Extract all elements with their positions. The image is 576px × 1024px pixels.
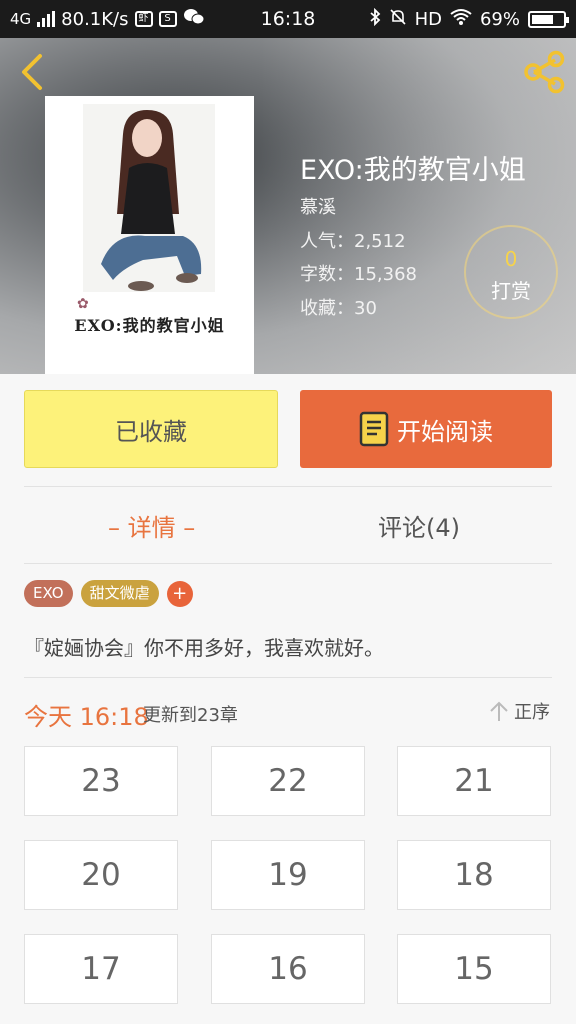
share-icon — [524, 50, 565, 94]
arrow-up-icon — [490, 701, 508, 721]
chevron-left-icon — [22, 54, 42, 90]
chapter-button[interactable]: 16 — [211, 934, 365, 1004]
favorited-label: 已收藏 — [115, 417, 187, 446]
popularity-stat: 人气：2,512 — [300, 231, 406, 252]
tip-button[interactable]: 0 打赏 — [464, 225, 558, 319]
divider — [24, 563, 552, 564]
sort-order-button[interactable]: 正序 — [488, 698, 550, 724]
word-count-stat: 字数：15,368 — [300, 264, 417, 285]
hd-badge: HD — [414, 8, 442, 30]
book-header: ✿ EXO:我的教官小姐 EXO:我的教官小姐 慕溪 人气：2,512 字数：1… — [0, 38, 576, 374]
bluetooth-icon — [369, 7, 381, 31]
tag-item[interactable]: EXO — [24, 580, 73, 607]
wifi-icon — [450, 8, 472, 31]
battery-fill — [532, 14, 553, 24]
mute-bell-icon — [389, 8, 407, 31]
chapter-button[interactable]: 17 — [24, 934, 178, 1004]
chapter-button[interactable]: 15 — [397, 934, 551, 1004]
wechat-icon — [183, 8, 205, 31]
book-icon — [359, 411, 389, 447]
chapter-button[interactable]: 19 — [211, 840, 365, 910]
chapter-button[interactable]: 18 — [397, 840, 551, 910]
share-button[interactable] — [522, 50, 568, 94]
tag-list: EXO 甜文微虐 + — [24, 580, 193, 607]
start-reading-label: 开始阅读 — [397, 417, 493, 446]
app-notification-icon: 虾 — [134, 11, 153, 27]
tag-item[interactable]: 甜文微虐 — [80, 580, 159, 607]
divider — [24, 677, 552, 678]
chapter-button[interactable]: 23 — [24, 746, 178, 816]
divider — [24, 486, 552, 487]
book-title: EXO:我的教官小姐 — [300, 155, 526, 186]
battery-percent: 69% — [479, 8, 520, 30]
tip-count: 0 — [504, 247, 518, 271]
sort-order-label: 正序 — [514, 702, 550, 723]
favorites-stat: 收藏：30 — [300, 298, 377, 319]
favorited-button[interactable]: 已收藏 — [24, 390, 278, 468]
update-time: 今天 16:18 — [24, 703, 149, 731]
update-status: 更新到23章 — [143, 705, 238, 726]
network-speed: 80.1K/s — [61, 8, 129, 30]
chapter-button[interactable]: 21 — [397, 746, 551, 816]
cover-caption: EXO:我的教官小姐 — [74, 316, 225, 335]
book-author[interactable]: 慕溪 — [300, 193, 336, 219]
tip-label: 打赏 — [491, 279, 531, 303]
cover-illustration — [83, 104, 215, 292]
add-tag-button[interactable]: + — [166, 580, 193, 607]
chapter-button[interactable]: 22 — [211, 746, 365, 816]
signal-icon — [37, 11, 56, 27]
tab-details[interactable]: – 详情 – — [108, 508, 195, 543]
tab-comments[interactable]: 评论(4) — [378, 508, 460, 543]
s-notification-icon: S — [158, 11, 177, 27]
book-description: 『婝婳协会』你不用多好，我喜欢就好。 — [24, 636, 384, 660]
book-cover[interactable]: ✿ EXO:我的教官小姐 — [45, 96, 254, 374]
network-type: 4G — [10, 10, 32, 28]
chapter-button[interactable]: 20 — [24, 840, 178, 910]
start-reading-button[interactable]: 开始阅读 — [300, 390, 552, 468]
flower-icon: ✿ — [77, 296, 89, 312]
back-button[interactable] — [14, 52, 54, 92]
status-bar: 4G 80.1K/s 虾 S 16:18 HD 69% — [0, 0, 576, 38]
battery-icon — [528, 10, 569, 28]
